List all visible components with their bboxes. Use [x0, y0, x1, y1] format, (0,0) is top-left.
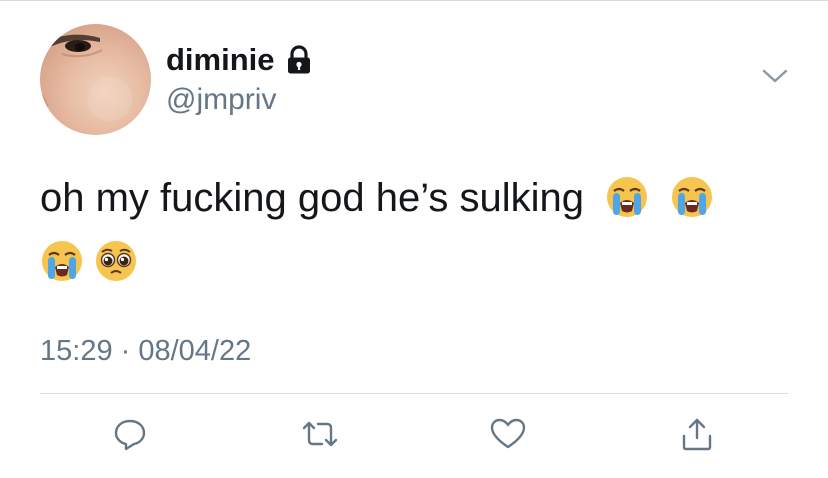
- like-button[interactable]: [486, 414, 530, 458]
- user-handle[interactable]: @jmpriv: [166, 82, 276, 118]
- tweet-card: diminie @jmpriv oh my fucking god he’s s…: [0, 0, 828, 478]
- tweet-text-line-2: [40, 236, 148, 286]
- display-name[interactable]: diminie: [166, 42, 313, 78]
- share-icon: [679, 416, 715, 457]
- reply-button[interactable]: [108, 414, 152, 458]
- tweet-text-content: oh my fucking god he’s sulking: [40, 176, 585, 220]
- loudly-crying-face-icon: [605, 175, 649, 219]
- tweet-text: oh my fucking god he’s sulking: [40, 168, 800, 228]
- share-button[interactable]: [675, 414, 719, 458]
- top-divider: [0, 0, 828, 1]
- tweet-actions-bar: [0, 414, 828, 458]
- display-name-text: diminie: [166, 42, 275, 77]
- avatar[interactable]: [40, 24, 151, 135]
- tweet-timestamp[interactable]: 15:29 · 08/04/22: [40, 333, 251, 369]
- heart-icon: [490, 417, 526, 456]
- pleading-face-icon: [94, 239, 138, 283]
- retweet-button[interactable]: [298, 414, 342, 458]
- loudly-crying-face-icon: [40, 239, 84, 283]
- retweet-icon: [300, 417, 340, 456]
- reply-icon: [113, 417, 147, 456]
- actions-divider: [40, 393, 788, 394]
- chevron-down-icon[interactable]: [760, 64, 790, 88]
- lock-icon: [285, 45, 313, 75]
- loudly-crying-face-icon: [670, 175, 714, 219]
